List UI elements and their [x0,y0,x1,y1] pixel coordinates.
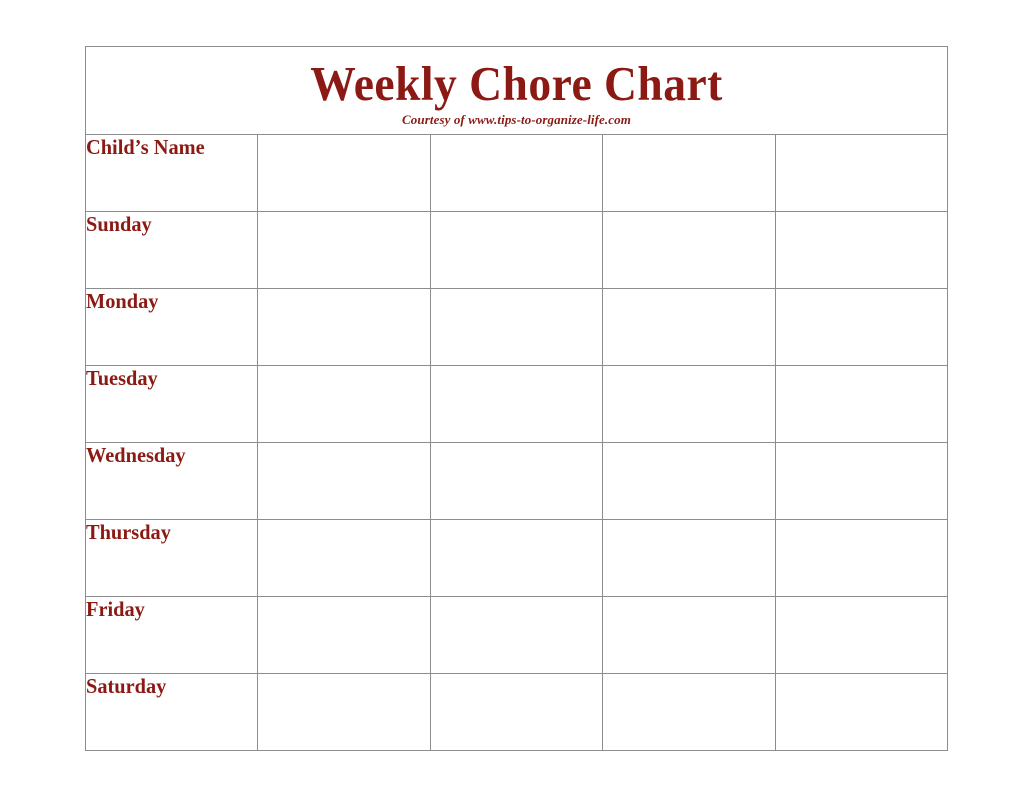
entry-cell[interactable] [602,519,776,597]
entry-cell[interactable] [429,134,604,212]
entry-text [603,366,774,373]
table-row: Wednesday [84,442,949,520]
entry-cell[interactable] [429,288,604,366]
entry-text [258,674,429,681]
entry-cell[interactable] [257,519,431,597]
entry-cell[interactable] [774,211,949,289]
row-label-text: Child’s Name [86,135,205,159]
entry-cell[interactable] [257,211,431,289]
entry-text [431,520,602,527]
entry-text [258,366,429,373]
row-label-text: Thursday [86,520,171,544]
entry-text [776,289,947,296]
row-label-cell-monday: Monday [84,288,259,366]
entry-text [603,443,774,450]
entry-cell[interactable] [602,211,776,289]
entry-cell[interactable] [602,365,776,443]
entry-cell[interactable] [257,365,431,443]
entry-text [431,289,602,296]
entry-cell[interactable] [257,288,431,366]
entry-cell[interactable] [429,365,604,443]
entry-cell[interactable] [774,596,949,674]
entry-text [431,212,602,219]
row-label-text: Sunday [86,212,152,236]
entry-text [776,674,947,681]
entry-text [258,597,429,604]
entry-cell[interactable] [602,673,776,751]
chart-subtitle: Courtesy of www.tips-to-organize-life.co… [402,112,631,127]
row-label-cell-wednesday: Wednesday [84,442,259,520]
entry-cell[interactable] [602,288,776,366]
chart-header-row: Weekly Chore Chart Courtesy of www.tips-… [85,46,948,135]
entry-cell[interactable] [429,211,604,289]
entry-text [603,212,774,219]
entry-cell[interactable] [774,288,949,366]
row-label-text: Wednesday [86,443,186,467]
row-label-cell-saturday: Saturday [84,673,259,751]
entry-cell[interactable] [774,442,949,520]
entry-text [431,597,602,604]
weekly-chore-chart-table: Weekly Chore Chart Courtesy of www.tips-… [84,46,949,751]
entry-cell[interactable] [429,442,604,520]
entry-cell[interactable] [602,442,776,520]
entry-text [776,520,947,527]
row-label-text: Saturday [86,674,167,698]
entry-cell[interactable] [429,673,604,751]
entry-cell[interactable] [774,519,949,597]
entry-text [776,597,947,604]
chart-header-cell: Weekly Chore Chart Courtesy of www.tips-… [85,46,948,135]
table-row: Monday [84,288,949,366]
entry-text [431,366,602,373]
row-label-text: Tuesday [86,366,158,390]
row-label-cell-thursday: Thursday [84,519,259,597]
page-canvas: Weekly Chore Chart Courtesy of www.tips-… [0,0,1035,800]
entry-text [603,597,774,604]
entry-cell[interactable] [257,596,431,674]
entry-cell[interactable] [257,442,431,520]
entry-cell[interactable] [602,596,776,674]
entry-text [258,443,429,450]
entry-cell[interactable] [774,673,949,751]
entry-text [603,520,774,527]
table-row: Tuesday [84,365,949,443]
entry-text [258,135,429,142]
entry-cell[interactable] [257,134,431,212]
table-row: Child’s Name [84,134,949,212]
row-label-text: Monday [86,289,159,313]
table-row: Saturday [84,673,949,751]
table-row: Thursday [84,519,949,597]
entry-cell[interactable] [774,134,949,212]
entry-text [603,135,774,142]
entry-text [258,289,429,296]
table-row: Sunday [84,211,949,289]
row-label-text: Friday [86,597,145,621]
entry-text [603,289,774,296]
page-title: Weekly Chore Chart [310,56,723,111]
entry-text [258,212,429,219]
row-label-cell-friday: Friday [84,596,259,674]
entry-cell[interactable] [429,519,604,597]
entry-cell[interactable] [602,134,776,212]
entry-text [776,366,947,373]
entry-text [258,520,429,527]
row-label-cell-sunday: Sunday [84,211,259,289]
entry-text [431,135,602,142]
row-label-cell-tuesday: Tuesday [84,365,259,443]
entry-text [603,674,774,681]
row-label-cell-child-name: Child’s Name [84,134,259,212]
entry-cell[interactable] [257,673,431,751]
entry-cell[interactable] [774,365,949,443]
entry-cell[interactable] [429,596,604,674]
entry-text [776,443,947,450]
entry-text [776,135,947,142]
entry-text [776,212,947,219]
table-row: Friday [84,596,949,674]
entry-text [431,443,602,450]
entry-text [431,674,602,681]
